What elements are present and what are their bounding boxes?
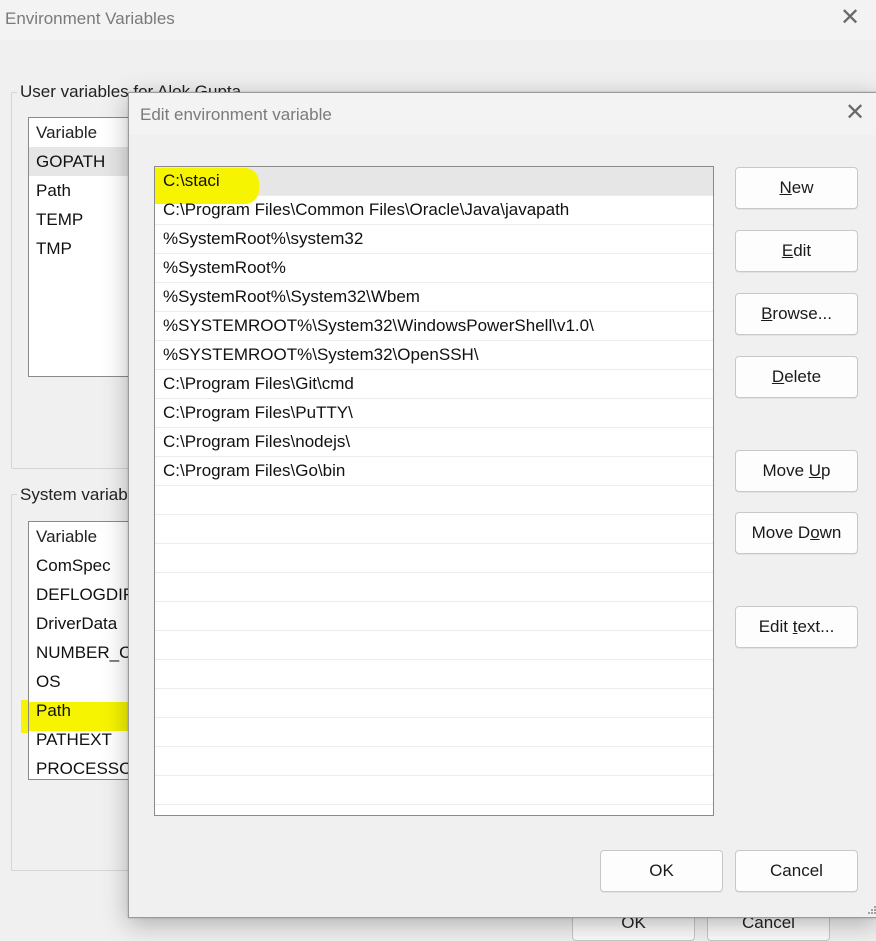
cancel-button[interactable]: Cancel	[735, 850, 858, 892]
button-label: Move	[762, 461, 809, 480]
button-label: rowse...	[772, 304, 832, 323]
empty-path-row[interactable]	[155, 602, 713, 631]
button-label: ew	[791, 178, 814, 197]
button-label: wn	[819, 523, 842, 542]
path-entry[interactable]: C:\Program Files\PuTTY\	[155, 399, 713, 428]
path-entry[interactable]: C:\Program Files\nodejs\	[155, 428, 713, 457]
path-entry[interactable]: %SystemRoot%	[155, 254, 713, 283]
empty-path-row[interactable]	[155, 486, 713, 515]
empty-path-row[interactable]	[155, 660, 713, 689]
access-key: D	[771, 367, 785, 386]
button-label: ext...	[797, 617, 835, 636]
path-entry[interactable]: %SystemRoot%\system32	[155, 225, 713, 254]
empty-path-row[interactable]	[155, 573, 713, 602]
empty-path-row[interactable]	[155, 515, 713, 544]
empty-path-row[interactable]	[155, 776, 713, 805]
browse-button[interactable]: Browse...	[735, 293, 858, 335]
path-entry-text: C:\Program Files\Go\bin	[163, 461, 346, 480]
edit-text-button[interactable]: Edit text...	[735, 606, 858, 648]
path-entries-list[interactable]: C:\staci C:\Program Files\Common Files\Or…	[154, 166, 714, 816]
path-entry-text: C:\staci	[163, 171, 220, 190]
access-key: U	[808, 461, 822, 480]
button-label: dit	[793, 241, 812, 260]
move-down-button[interactable]: Move Down	[735, 512, 858, 554]
empty-path-row[interactable]	[155, 718, 713, 747]
path-entry[interactable]: %SYSTEMROOT%\System32\OpenSSH\	[155, 341, 713, 370]
path-entry-selected[interactable]: C:\staci	[155, 167, 713, 204]
move-up-button[interactable]: Move Up	[735, 450, 858, 492]
edit-button[interactable]: Edit	[735, 230, 858, 272]
path-entry[interactable]: C:\Program Files\Common Files\Oracle\Jav…	[155, 196, 713, 225]
path-entry-text: %SystemRoot%\System32\Wbem	[163, 287, 420, 306]
delete-button[interactable]: Delete	[735, 356, 858, 398]
dialog-title: Edit environment variable	[140, 105, 332, 124]
empty-path-row[interactable]	[155, 689, 713, 718]
empty-path-row[interactable]	[155, 544, 713, 573]
path-entry[interactable]: C:\Program Files\Go\bin	[155, 457, 713, 486]
window-title: Environment Variables	[5, 9, 175, 28]
path-entry[interactable]: C:\Program Files\Git\cmd	[155, 370, 713, 399]
access-key: o	[810, 523, 820, 542]
dialog-title-bar: Edit environment variable ✕	[129, 93, 876, 135]
path-entry-text: C:\Program Files\Git\cmd	[163, 374, 354, 393]
path-entry-text: %SystemRoot%	[163, 258, 286, 277]
button-label: elete	[784, 367, 822, 386]
new-button[interactable]: New	[735, 167, 858, 209]
button-label: Move D	[751, 523, 811, 542]
close-icon[interactable]: ✕	[838, 5, 862, 31]
empty-path-row[interactable]	[155, 747, 713, 776]
path-entry[interactable]: %SystemRoot%\System32\Wbem	[155, 283, 713, 312]
access-key: E	[781, 241, 794, 260]
path-entry-text: %SYSTEMROOT%\System32\OpenSSH\	[163, 345, 479, 364]
path-entry-text: C:\Program Files\PuTTY\	[163, 403, 353, 422]
button-label: Edit	[758, 617, 793, 636]
path-entry-text: %SYSTEMROOT%\System32\WindowsPowerShell\…	[163, 316, 594, 335]
edit-environment-variable-dialog: Edit environment variable ✕ C:\staci C:\P…	[128, 92, 876, 918]
title-bar: Environment Variables ✕	[0, 0, 876, 40]
path-entry[interactable]: %SYSTEMROOT%\System32\WindowsPowerShell\…	[155, 312, 713, 341]
resize-grip-icon[interactable]	[867, 905, 876, 915]
path-entry-text: C:\Program Files\nodejs\	[163, 432, 351, 451]
ok-button[interactable]: OK	[600, 850, 723, 892]
path-entry-text: C:\Program Files\Common Files\Oracle\Jav…	[163, 200, 570, 219]
access-key: B	[761, 304, 773, 323]
access-key: N	[779, 178, 792, 197]
button-label: p	[821, 461, 831, 480]
empty-path-row[interactable]	[155, 631, 713, 660]
close-icon[interactable]: ✕	[842, 100, 868, 126]
path-entry-text: %SystemRoot%\system32	[163, 229, 364, 248]
